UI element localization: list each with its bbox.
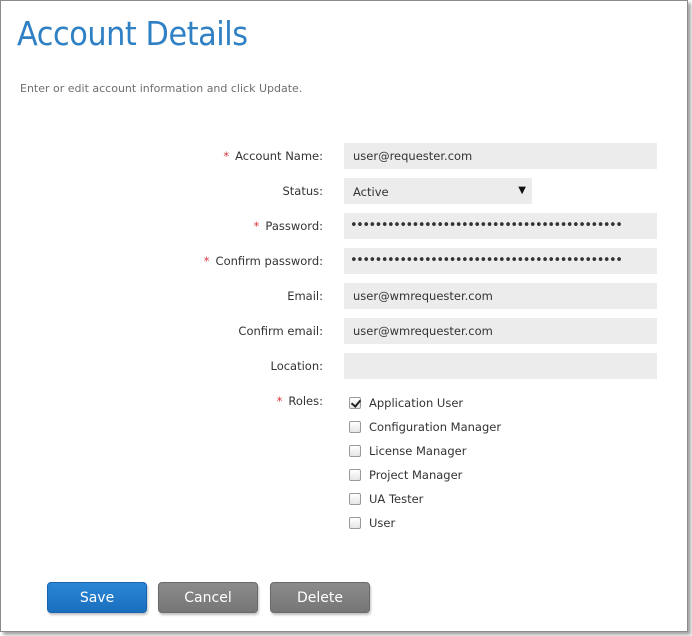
- required-marker: *: [223, 149, 230, 163]
- role-user[interactable]: User: [349, 511, 501, 535]
- confirm-password-input[interactable]: ••••••••••••••••••••••••••••••••••••••••…: [344, 248, 657, 274]
- role-label: Configuration Manager: [369, 420, 502, 434]
- role-ua-tester[interactable]: UA Tester: [349, 487, 501, 511]
- confirm-password-label: * Confirm password:: [203, 254, 323, 268]
- role-label: UA Tester: [369, 492, 424, 506]
- confirm-email-label: Confirm email:: [238, 324, 323, 338]
- status-value: Active: [353, 185, 389, 199]
- password-row: * Password: •••••••••••••••••••••••••••••…: [1, 213, 689, 239]
- location-input[interactable]: [344, 353, 657, 379]
- delete-button[interactable]: Delete: [270, 582, 370, 613]
- roles-label: * Roles:: [276, 394, 323, 408]
- checkbox[interactable]: [349, 445, 361, 457]
- role-label: Application User: [369, 396, 464, 410]
- role-label: Project Manager: [369, 468, 463, 482]
- confirm-email-input[interactable]: [344, 318, 657, 344]
- role-application-user[interactable]: Application User: [349, 391, 501, 415]
- checkbox[interactable]: [349, 469, 361, 481]
- roles-list: Application User Configuration Manager L…: [349, 391, 501, 535]
- account-name-row: * Account Name:: [1, 143, 689, 169]
- status-label: Status:: [282, 184, 323, 198]
- confirm-email-row: Confirm email:: [1, 318, 689, 344]
- password-input[interactable]: ••••••••••••••••••••••••••••••••••••••••…: [344, 213, 657, 239]
- checkbox-checked[interactable]: [349, 397, 361, 409]
- role-label: User: [369, 516, 396, 530]
- page-title: Account Details: [17, 14, 248, 53]
- password-label: * Password:: [253, 219, 323, 233]
- account-name-label: * Account Name:: [223, 149, 323, 163]
- role-configuration-manager[interactable]: Configuration Manager: [349, 415, 501, 439]
- status-select[interactable]: Active ▼: [344, 178, 532, 204]
- email-row: Email:: [1, 283, 689, 309]
- chevron-down-icon: ▼: [518, 185, 526, 196]
- required-marker: *: [253, 219, 260, 233]
- email-input[interactable]: [344, 283, 657, 309]
- checkbox[interactable]: [349, 421, 361, 433]
- account-name-input[interactable]: [344, 143, 657, 169]
- confirm-password-row: * Confirm password: •••••••••••••••••••••…: [1, 248, 689, 274]
- cancel-button[interactable]: Cancel: [158, 582, 258, 613]
- location-row: Location:: [1, 353, 689, 379]
- required-marker: *: [276, 394, 283, 408]
- intro-text: Enter or edit account information and cl…: [20, 82, 303, 95]
- checkbox[interactable]: [349, 517, 361, 529]
- location-label: Location:: [270, 359, 323, 373]
- role-label: License Manager: [369, 444, 467, 458]
- status-row: Status: Active ▼: [1, 178, 689, 204]
- role-project-manager[interactable]: Project Manager: [349, 463, 501, 487]
- email-label: Email:: [287, 289, 323, 303]
- account-details-panel: Account Details Enter or edit account in…: [0, 0, 688, 632]
- role-license-manager[interactable]: License Manager: [349, 439, 501, 463]
- checkbox[interactable]: [349, 493, 361, 505]
- required-marker: *: [203, 254, 210, 268]
- save-button[interactable]: Save: [47, 582, 147, 613]
- roles-row: * Roles:: [1, 388, 689, 414]
